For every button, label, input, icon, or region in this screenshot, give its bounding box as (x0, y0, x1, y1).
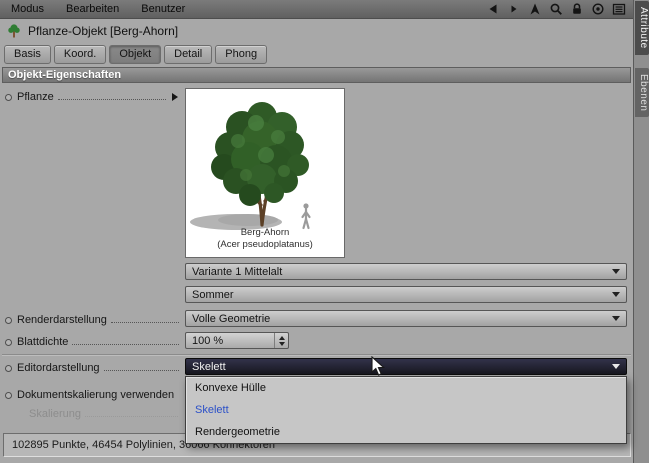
dotted-leader (111, 322, 179, 323)
tab-objekt[interactable]: Objekt (109, 45, 161, 64)
editordarstellung-row: Editordarstellung (5, 362, 182, 374)
keyframe-dot[interactable] (5, 94, 12, 101)
tab-detail[interactable]: Detail (164, 45, 212, 64)
menubar-icons (486, 2, 633, 16)
scale-figure-icon (303, 203, 310, 228)
renderdarstellung-label: Renderdarstellung (17, 314, 107, 326)
lock-icon[interactable] (570, 2, 584, 16)
chevron-down-icon (612, 292, 620, 297)
editordarstellung-value: Skelett (192, 361, 226, 373)
dotted-leader (72, 344, 179, 345)
tab-koord[interactable]: Koord. (54, 45, 106, 64)
variante-dropdown[interactable]: Variante 1 Mittelalt (185, 263, 627, 280)
chevron-down-icon (612, 269, 620, 274)
back-icon[interactable] (486, 2, 500, 16)
dokumentskalierung-label: Dokumentskalierung verwenden (17, 389, 174, 401)
attribute-manager-window: Modus Bearbeiten Benutzer Attribute Eben… (0, 0, 649, 463)
menu-item-konvexe-huelle[interactable]: Konvexe Hülle (186, 377, 626, 399)
tree-preview-image: Berg-Ahorn (Acer pseudoplatanus) (186, 89, 344, 257)
pointer-icon[interactable] (528, 2, 542, 16)
editordarstellung-label: Editordarstellung (17, 362, 100, 374)
side-tab-attribute[interactable]: Attribute (635, 1, 649, 55)
foliage (211, 102, 309, 206)
preview-latin-name: (Acer pseudoplatanus) (217, 239, 313, 250)
tab-basis[interactable]: Basis (4, 45, 51, 64)
variante-value: Variante 1 Mittelalt (192, 266, 282, 278)
side-panel-strip: Attribute Ebenen (633, 0, 649, 463)
keyframe-dot[interactable] (5, 365, 12, 372)
tab-bar: Basis Koord. Objekt Detail Phong (4, 45, 267, 64)
preview-name: Berg-Ahorn (241, 227, 290, 238)
renderdarstellung-value: Volle Geometrie (192, 313, 270, 325)
keyframe-dot[interactable] (5, 317, 12, 324)
skalierung-label: Skalierung (29, 408, 81, 420)
blattdichte-value: 100 % (192, 335, 223, 347)
jahreszeit-dropdown[interactable]: Sommer (185, 286, 627, 303)
renderdarstellung-dropdown[interactable]: Volle Geometrie (185, 310, 627, 327)
menu-item-rendergeometrie[interactable]: Rendergeometrie (186, 421, 626, 443)
chevron-down-icon (612, 316, 620, 321)
menu-bearbeiten[interactable]: Bearbeiten (55, 3, 130, 15)
keyframe-dot[interactable] (5, 339, 12, 346)
expand-arrow-icon[interactable] (172, 93, 178, 101)
plant-preview-thumbnail[interactable]: Berg-Ahorn (Acer pseudoplatanus) (185, 88, 345, 258)
focus-icon[interactable] (591, 2, 605, 16)
forward-icon[interactable] (507, 2, 521, 16)
skalierung-row-disabled: Skalierung (29, 408, 181, 420)
blattdichte-label: Blattdichte (17, 336, 68, 348)
editordarstellung-popup-menu: Konvexe Hülle Skelett Rendergeometrie (185, 376, 627, 444)
dokumentskalierung-row: Dokumentskalierung verwenden (5, 389, 174, 401)
blattdichte-row: Blattdichte (5, 336, 182, 348)
stepper-arrows-icon[interactable] (274, 333, 288, 348)
dotted-leader (104, 370, 179, 371)
menubar: Modus Bearbeiten Benutzer (0, 0, 633, 19)
menu-benutzer[interactable]: Benutzer (130, 3, 196, 15)
editordarstellung-dropdown-open[interactable]: Skelett (185, 358, 627, 375)
pflanze-label: Pflanze (17, 91, 54, 103)
keyframe-dot[interactable] (5, 392, 12, 399)
jahreszeit-value: Sommer (192, 289, 234, 301)
tab-phong[interactable]: Phong (215, 45, 267, 64)
group-separator (2, 354, 631, 356)
plant-tree-icon (6, 23, 22, 39)
renderdarstellung-row: Renderdarstellung (5, 314, 182, 326)
dotted-leader (58, 99, 166, 100)
dotted-leader (85, 416, 178, 417)
pflanze-row: Pflanze (5, 91, 169, 103)
menu-item-skelett[interactable]: Skelett (186, 399, 626, 421)
section-header[interactable]: Objekt-Eigenschaften (2, 67, 631, 83)
menu-modus[interactable]: Modus (0, 3, 55, 15)
object-title-row: Pflanze-Objekt [Berg-Ahorn] (6, 23, 178, 39)
page-title: Pflanze-Objekt [Berg-Ahorn] (28, 24, 178, 38)
blattdichte-spinner[interactable]: 100 % (185, 332, 289, 349)
chevron-down-icon (612, 364, 620, 369)
side-tab-ebenen[interactable]: Ebenen (635, 68, 649, 117)
search-icon[interactable] (549, 2, 563, 16)
panel-menu-icon[interactable] (612, 2, 626, 16)
